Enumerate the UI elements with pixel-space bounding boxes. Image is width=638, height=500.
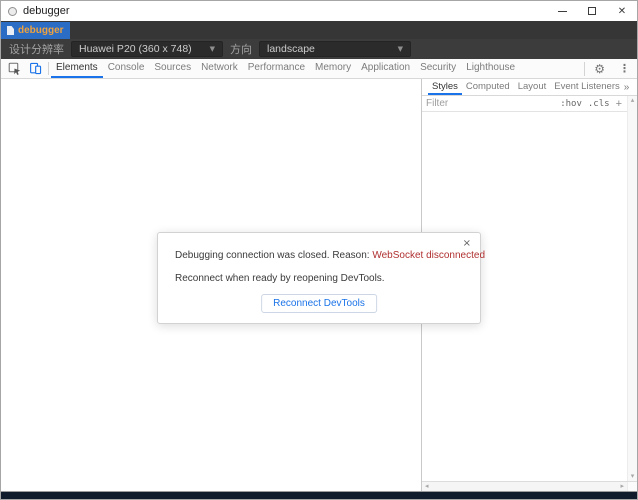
scroll-up-icon[interactable]: ▴ bbox=[631, 97, 635, 104]
settings-gear-icon[interactable]: ⚙ bbox=[587, 62, 612, 76]
sidebar-tab-styles[interactable]: Styles bbox=[428, 79, 462, 95]
device-toolbar-icon bbox=[30, 62, 42, 75]
horizontal-scrollbar[interactable]: ◂ ▸ bbox=[422, 482, 627, 491]
sidebar-tab-layout[interactable]: Layout bbox=[514, 79, 551, 95]
toolbar-divider bbox=[48, 62, 49, 75]
sidebar-tab-event-listeners[interactable]: Event Listeners bbox=[550, 79, 623, 95]
window-controls: ✕ bbox=[547, 1, 637, 21]
devtools-toolbar-right: ⚙ ⋮ bbox=[582, 59, 637, 78]
inspect-element-button[interactable] bbox=[4, 59, 25, 78]
bottom-strip bbox=[1, 491, 637, 499]
document-icon bbox=[7, 26, 14, 35]
styles-filter-row: :hov .cls + bbox=[422, 96, 627, 112]
orientation-label: 方向 bbox=[230, 44, 252, 56]
close-icon: ✕ bbox=[617, 5, 627, 17]
new-style-rule-icon[interactable]: + bbox=[616, 98, 623, 109]
reconnect-dialog: × Debugging connection was closed. Reaso… bbox=[157, 232, 485, 324]
device-toolbar: 设计分辨率 Huawei P20 (360 x 748) ▼ 方向 landsc… bbox=[1, 39, 637, 59]
tab-lighthouse[interactable]: Lighthouse bbox=[461, 59, 520, 78]
sidebar-bottom-row: ◂ ▸ bbox=[422, 481, 637, 491]
dialog-reason: WebSocket disconnected bbox=[372, 250, 486, 261]
tab-elements[interactable]: Elements bbox=[51, 59, 103, 78]
dialog-instruction: Reconnect when ready by reopening DevToo… bbox=[175, 273, 385, 284]
chevron-down-icon: ▼ bbox=[209, 45, 215, 53]
filter-input[interactable] bbox=[426, 98, 555, 109]
vertical-scrollbar[interactable]: ▴ ▾ bbox=[627, 96, 637, 481]
titlebar: debugger ✕ bbox=[1, 1, 637, 21]
toggle-device-toolbar-button[interactable] bbox=[25, 59, 46, 78]
inspect-cursor-icon bbox=[8, 62, 21, 75]
dialog-message: Debugging connection was closed. Reason:… bbox=[175, 250, 485, 261]
sidebar-tab-computed[interactable]: Computed bbox=[462, 79, 514, 95]
tab-console[interactable]: Console bbox=[103, 59, 150, 78]
dialog-message-prefix: Debugging connection was closed. Reason: bbox=[175, 250, 373, 261]
debugger-tab-label: debugger bbox=[18, 25, 64, 36]
tab-performance[interactable]: Performance bbox=[243, 59, 310, 78]
minimize-button[interactable] bbox=[547, 1, 577, 21]
tab-sources[interactable]: Sources bbox=[149, 59, 196, 78]
app-window: debugger ✕ debugger 设计分辨率 Huawei P20 (36… bbox=[0, 0, 638, 500]
dialog-close-icon[interactable]: × bbox=[463, 238, 471, 249]
more-tabs-icon[interactable]: » bbox=[624, 82, 630, 93]
maximize-button[interactable] bbox=[577, 1, 607, 21]
minimize-icon bbox=[557, 10, 567, 12]
scroll-right-icon[interactable]: ▸ bbox=[620, 483, 624, 490]
close-button[interactable]: ✕ bbox=[607, 1, 637, 21]
resolution-label: 设计分辨率 bbox=[9, 44, 64, 56]
scroll-left-icon[interactable]: ◂ bbox=[425, 483, 429, 490]
debugger-tab[interactable]: debugger bbox=[1, 22, 70, 39]
app-tabstrip: debugger bbox=[1, 21, 637, 39]
sidebar-tabs: Styles Computed Layout Event Listeners» bbox=[422, 79, 637, 96]
tab-application[interactable]: Application bbox=[356, 59, 415, 78]
app-icon bbox=[8, 6, 17, 16]
tab-memory[interactable]: Memory bbox=[310, 59, 356, 78]
maximize-icon bbox=[588, 7, 596, 15]
orientation-select[interactable]: landscape ▼ bbox=[259, 41, 411, 57]
resolution-select[interactable]: Huawei P20 (360 x 748) ▼ bbox=[71, 41, 223, 57]
tab-network[interactable]: Network bbox=[196, 59, 243, 78]
element-classes-button[interactable]: .cls bbox=[588, 99, 610, 109]
tab-security[interactable]: Security bbox=[415, 59, 461, 78]
resolution-value: Huawei P20 (360 x 748) bbox=[79, 43, 192, 55]
devtools-toolbar: Elements Console Sources Network Performance… bbox=[1, 59, 637, 79]
chevron-down-icon: ▼ bbox=[397, 45, 403, 53]
orientation-value: landscape bbox=[267, 43, 315, 55]
more-options-icon[interactable]: ⋮ bbox=[612, 62, 637, 75]
window-title: debugger bbox=[23, 5, 70, 17]
toolbar-divider bbox=[584, 61, 586, 76]
toggle-element-state-button[interactable]: :hov bbox=[560, 99, 582, 109]
scroll-down-icon[interactable]: ▾ bbox=[631, 473, 635, 480]
reconnect-devtools-button[interactable]: Reconnect DevTools bbox=[261, 294, 377, 313]
scrollbar-corner bbox=[627, 482, 637, 491]
devtools-tabs: Elements Console Sources Network Performance… bbox=[51, 59, 520, 78]
